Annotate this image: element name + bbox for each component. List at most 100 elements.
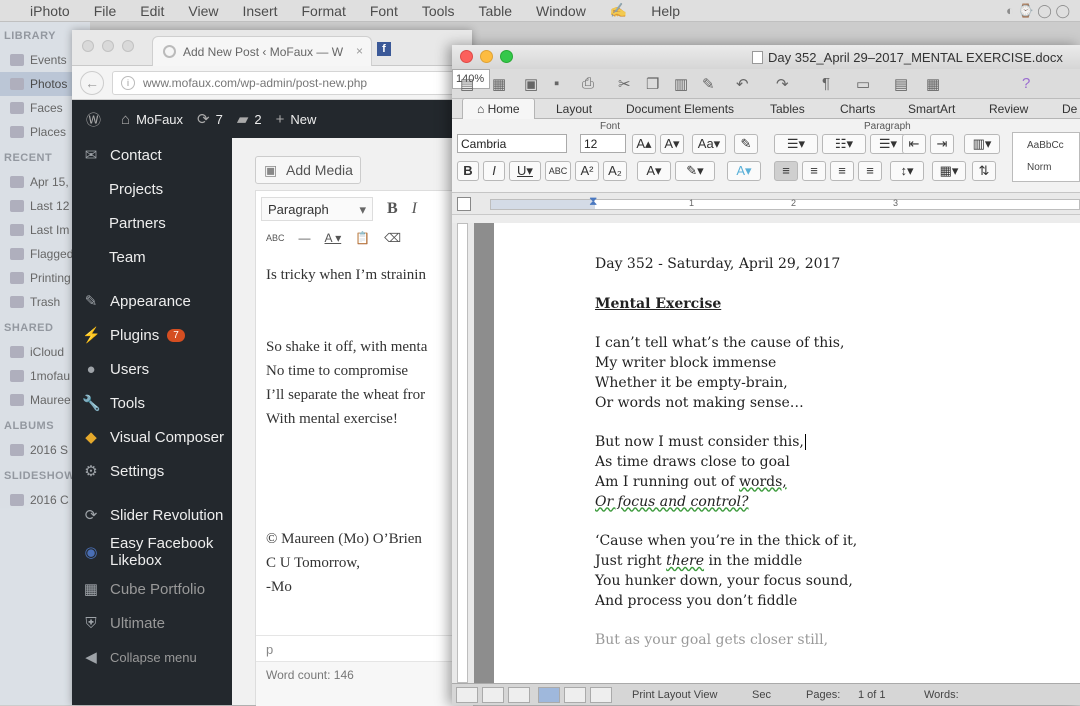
menu-projects[interactable]: Projects bbox=[72, 172, 232, 206]
tab-tables[interactable]: Tables bbox=[770, 102, 805, 116]
menu-settings[interactable]: ⚙ Settings bbox=[72, 454, 232, 488]
undo-icon[interactable]: ↶ bbox=[736, 75, 749, 93]
grow-font-button[interactable]: A▴ bbox=[632, 134, 656, 154]
site-name-link[interactable]: ⌂ MoFaux bbox=[121, 111, 183, 128]
minimize-button[interactable] bbox=[480, 50, 493, 63]
comments-link[interactable]: ▰ 2 bbox=[237, 110, 262, 128]
justify-button[interactable]: ≡ bbox=[858, 161, 882, 181]
toolbox-icon[interactable]: ▦ bbox=[926, 75, 940, 93]
styles-gallery[interactable]: AaBbCc Norm bbox=[1012, 132, 1080, 182]
italic-button[interactable]: I bbox=[483, 161, 505, 181]
strikethrough-button[interactable]: ABC bbox=[545, 161, 571, 181]
paste-icon[interactable]: ▥ bbox=[674, 75, 688, 93]
print-icon[interactable]: ⎙ bbox=[582, 75, 594, 92]
menu-font[interactable]: Font bbox=[370, 3, 398, 19]
sidebar-icon[interactable]: ▤ bbox=[894, 75, 908, 93]
tab-smartart[interactable]: SmartArt bbox=[908, 102, 955, 116]
close-button[interactable] bbox=[460, 50, 473, 63]
decrease-indent-button[interactable]: ⇤ bbox=[902, 134, 926, 154]
multilevel-button[interactable]: ☰▾ bbox=[870, 134, 906, 154]
bullets-button[interactable]: ☰▾ bbox=[774, 134, 818, 154]
menu-visual-composer[interactable]: ◆ Visual Composer bbox=[72, 420, 232, 454]
outline-view-button[interactable] bbox=[482, 687, 504, 703]
tab-document-elements[interactable]: Document Elements bbox=[626, 102, 734, 116]
cut-icon[interactable]: ✂ bbox=[618, 75, 631, 93]
indent-marker-icon[interactable]: ⧗ bbox=[589, 194, 597, 209]
font-name-field[interactable]: Cambria bbox=[457, 134, 567, 153]
menu-partners[interactable]: Partners bbox=[72, 206, 232, 240]
new-document-icon[interactable]: ▤ bbox=[460, 75, 474, 93]
updates-link[interactable]: ⟳ 7 bbox=[197, 110, 223, 128]
menu-easy-facebook-likebox[interactable]: ◉ Easy Facebook Likebox bbox=[72, 532, 232, 572]
font-color-button[interactable]: A▾ bbox=[637, 161, 671, 181]
back-button[interactable]: ← bbox=[80, 71, 104, 95]
draft-view-button[interactable] bbox=[456, 687, 478, 703]
help-icon[interactable]: ? bbox=[1022, 75, 1030, 92]
menu-team[interactable]: Team bbox=[72, 240, 232, 274]
italic-button[interactable]: I bbox=[412, 200, 417, 218]
tab-developer[interactable]: De bbox=[1062, 102, 1077, 116]
print-layout-view-button[interactable] bbox=[538, 687, 560, 703]
line-spacing-button[interactable]: ↕▾ bbox=[890, 161, 924, 181]
shrink-font-button[interactable]: A▾ bbox=[660, 134, 684, 154]
numbering-button[interactable]: ☷▾ bbox=[822, 134, 866, 154]
bold-button[interactable]: B bbox=[457, 161, 479, 181]
wp-logo[interactable]: Ⓦ bbox=[86, 109, 107, 130]
change-case-button[interactable]: Aa▾ bbox=[692, 134, 726, 154]
zoom-dot[interactable] bbox=[122, 40, 134, 52]
menu-ultimate[interactable]: ⛨ Ultimate bbox=[72, 606, 232, 640]
notebook-view-button[interactable] bbox=[564, 687, 586, 703]
align-left-button[interactable]: ≡ bbox=[774, 161, 798, 181]
add-media-button[interactable]: ▣ Add Media bbox=[255, 156, 361, 184]
menu-file[interactable]: File bbox=[94, 3, 117, 19]
menu-edit[interactable]: Edit bbox=[140, 3, 164, 19]
text-effects-button[interactable]: A▾ bbox=[727, 161, 761, 181]
increase-indent-button[interactable]: ⇥ bbox=[930, 134, 954, 154]
script-icon[interactable]: ✍ bbox=[610, 2, 627, 19]
menu-contact[interactable]: ✉ Contact bbox=[72, 138, 232, 172]
menu-help[interactable]: Help bbox=[651, 3, 680, 19]
text-color-button[interactable]: A ▾ bbox=[325, 231, 342, 245]
menu-cube-portfolio[interactable]: ▦ Cube Portfolio bbox=[72, 572, 232, 606]
tab-close-icon[interactable]: × bbox=[356, 44, 363, 58]
document-text[interactable]: Day 352 - Saturday, April 29, 2017 Menta… bbox=[595, 255, 857, 651]
font-size-field[interactable]: 12 bbox=[580, 134, 626, 153]
save-icon[interactable]: ▪ bbox=[554, 75, 559, 92]
pilcrow-icon[interactable]: ¶ bbox=[822, 75, 830, 92]
facebook-tab-icon[interactable]: f bbox=[377, 42, 391, 56]
menu-tools[interactable]: Tools bbox=[422, 3, 455, 19]
columns-button[interactable]: ▥▾ bbox=[964, 134, 1000, 154]
menu-format[interactable]: Format bbox=[302, 3, 346, 19]
borders-button[interactable]: ▦▾ bbox=[932, 161, 966, 181]
document-page[interactable]: Day 352 - Saturday, April 29, 2017 Menta… bbox=[494, 223, 1080, 683]
menu-window[interactable]: Window bbox=[536, 3, 586, 19]
menu-app[interactable]: iPhoto bbox=[30, 3, 70, 19]
tab-charts[interactable]: Charts bbox=[840, 102, 875, 116]
info-icon[interactable]: i bbox=[121, 76, 135, 90]
horizontal-line-button[interactable]: — bbox=[299, 231, 311, 245]
menu-insert[interactable]: Insert bbox=[242, 3, 277, 19]
sort-button[interactable]: ⇅ bbox=[972, 161, 996, 181]
align-right-button[interactable]: ≡ bbox=[830, 161, 854, 181]
menu-appearance[interactable]: ✎ Appearance bbox=[72, 284, 232, 318]
strikethrough-button[interactable]: ABC bbox=[266, 233, 285, 243]
format-select[interactable]: Paragraph bbox=[261, 197, 373, 221]
redo-icon[interactable]: ↷ bbox=[776, 75, 789, 93]
publishing-view-button[interactable] bbox=[508, 687, 530, 703]
tab-stop-selector[interactable] bbox=[457, 197, 471, 211]
clear-formatting-button[interactable]: ✎ bbox=[734, 134, 758, 154]
menu-slider-revolution[interactable]: ⟳ Slider Revolution bbox=[72, 498, 232, 532]
editor-content[interactable]: Is tricky when I’m strainin So shake it … bbox=[266, 263, 466, 599]
collapse-menu-button[interactable]: ◀ Collapse menu bbox=[72, 640, 232, 674]
url-field[interactable]: i www.mofaux.com/wp-admin/post-new.php bbox=[112, 71, 472, 95]
menu-table[interactable]: Table bbox=[479, 3, 512, 19]
templates-icon[interactable]: ▦ bbox=[492, 75, 506, 93]
menu-plugins[interactable]: ⚡ Plugins 7 bbox=[72, 318, 232, 352]
view-icon[interactable]: ▭ bbox=[856, 75, 870, 93]
fullscreen-view-button[interactable] bbox=[590, 687, 612, 703]
subscript-button[interactable]: A₂ bbox=[603, 161, 627, 181]
open-icon[interactable]: ▣ bbox=[524, 75, 538, 93]
close-dot[interactable] bbox=[82, 40, 94, 52]
underline-button[interactable]: U▾ bbox=[509, 161, 541, 181]
tab-layout[interactable]: Layout bbox=[556, 102, 592, 116]
